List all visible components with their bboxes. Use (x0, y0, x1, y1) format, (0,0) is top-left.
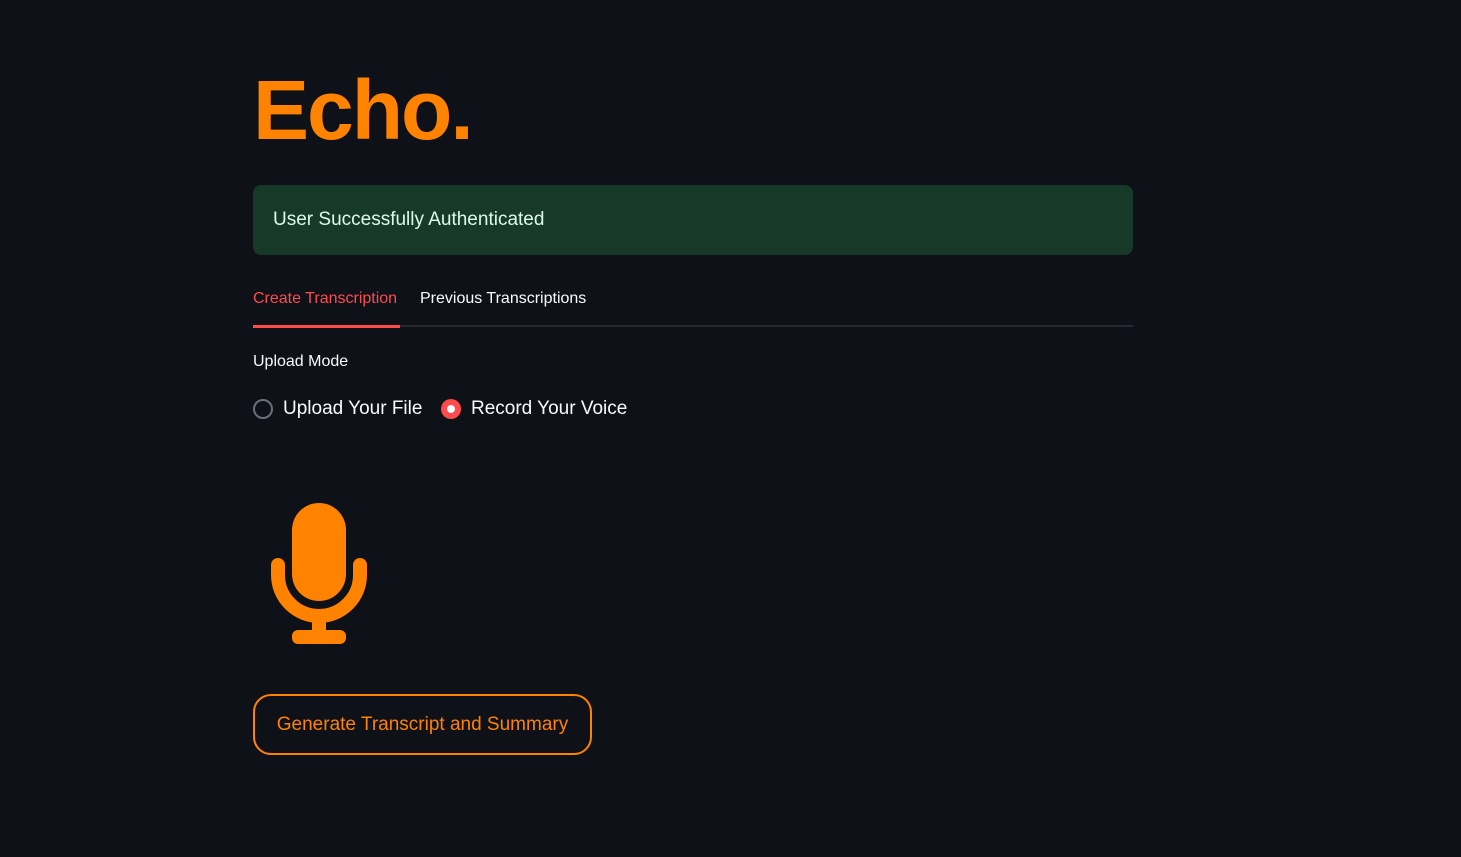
record-button[interactable] (270, 503, 368, 645)
tab-bar: Create Transcription Previous Transcript… (253, 283, 1133, 328)
app-title: Echo. (253, 63, 474, 157)
radio-checked-icon[interactable] (441, 399, 461, 419)
success-alert: User Successfully Authenticated (253, 185, 1133, 255)
microphone-icon[interactable] (270, 503, 368, 645)
radio-upload-your-file[interactable]: Upload Your File (253, 397, 422, 421)
radio-record-your-voice[interactable]: Record Your Voice (441, 397, 627, 421)
tab-create-transcription[interactable]: Create Transcription (253, 290, 397, 308)
alert-message: User Successfully Authenticated (273, 209, 545, 230)
radio-unchecked-icon[interactable] (253, 399, 273, 419)
radio-label-upload-file: Upload Your File (283, 398, 423, 419)
tab-previous-transcriptions[interactable]: Previous Transcriptions (420, 290, 586, 308)
active-tab-indicator (253, 325, 400, 328)
generate-transcript-button[interactable]: Generate Transcript and Summary (253, 694, 592, 755)
upload-mode-label: Upload Mode (253, 353, 349, 370)
radio-label-record-voice: Record Your Voice (471, 398, 628, 419)
